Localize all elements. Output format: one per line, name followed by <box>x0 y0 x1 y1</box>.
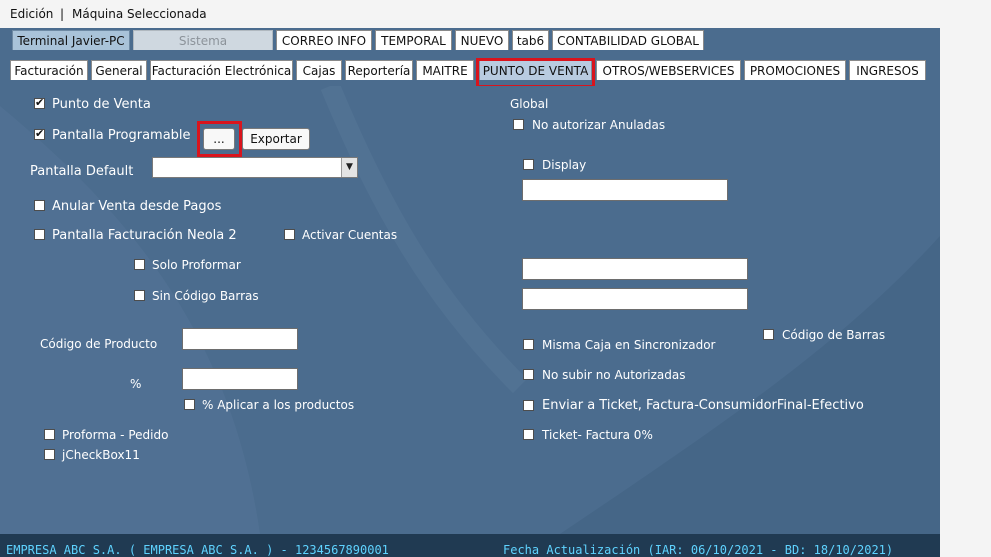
tab-contabilidad-global[interactable]: CONTABILIDAD GLOBAL <box>552 30 704 50</box>
tab-facturacion-electronica[interactable]: Facturación Electrónica <box>150 60 293 80</box>
ticket-factura-label: Ticket- Factura 0% <box>542 428 653 442</box>
codigo-barras-checkbox[interactable] <box>763 329 774 340</box>
codigo-barras-label: Código de Barras <box>782 328 886 342</box>
no-subir-checkbox[interactable] <box>523 369 534 380</box>
solo-proformar-label: Solo Proformar <box>152 258 241 272</box>
menu-edicion[interactable]: Edición <box>10 7 53 21</box>
tab-correo-info[interactable]: CORREO INFO <box>276 30 372 50</box>
tab-reporteria[interactable]: Reportería <box>345 60 413 80</box>
pantalla-default-label: Pantalla Default <box>30 164 134 179</box>
pantalla-programable-checkbox[interactable] <box>34 127 45 140</box>
background-swoosh <box>0 86 940 534</box>
sin-codigo-barras-label: Sin Código Barras <box>152 289 259 303</box>
tab-tab6[interactable]: tab6 <box>512 30 549 50</box>
tab-header-area: Terminal Javier-PC Sistema CORREO INFO T… <box>0 28 940 86</box>
solo-proformar-checkbox[interactable] <box>134 259 145 270</box>
display-label: Display <box>542 158 587 172</box>
tab-sistema[interactable]: Sistema <box>133 30 273 50</box>
display-input[interactable] <box>522 179 728 201</box>
anular-venta-label: Anular Venta desde Pagos <box>52 199 222 214</box>
codigo-producto-input[interactable] <box>182 328 298 350</box>
menu-maquina-seleccionada[interactable]: Máquina Seleccionada <box>72 7 207 21</box>
pantalla-default-select[interactable]: ▼ <box>152 157 358 178</box>
pantalla-neola-checkbox[interactable] <box>34 229 45 240</box>
aplicar-productos-checkbox[interactable] <box>184 399 195 410</box>
tab-facturacion[interactable]: Facturación <box>10 60 88 80</box>
enviar-ticket-checkbox[interactable] <box>523 400 534 411</box>
percent-label: % <box>130 377 142 391</box>
status-fecha-actualizacion: Fecha Actualización (IAR: 06/10/2021 - B… <box>503 543 894 557</box>
right-field-3[interactable] <box>522 288 748 310</box>
activar-cuentas-label: Activar Cuentas <box>302 228 398 242</box>
tab-terminal-javier-pc[interactable]: Terminal Javier-PC <box>12 30 130 50</box>
tab-general[interactable]: General <box>91 60 147 80</box>
tab-nuevo[interactable]: NUEVO <box>455 30 509 50</box>
window-edge <box>940 0 991 557</box>
punto-de-venta-label: Punto de Venta <box>52 97 151 112</box>
tab-maitre[interactable]: MAITRE <box>416 60 474 80</box>
status-bar: EMPRESA ABC S.A. ( EMPRESA ABC S.A. ) - … <box>0 534 940 557</box>
highlight-dots-button <box>197 121 242 157</box>
proforma-pedido-label: Proforma - Pedido <box>62 428 169 442</box>
exportar-button[interactable]: Exportar <box>242 128 310 150</box>
status-company: EMPRESA ABC S.A. ( EMPRESA ABC S.A. ) - … <box>6 543 389 557</box>
tab-cajas[interactable]: Cajas <box>296 60 342 80</box>
pantalla-programable-label: Pantalla Programable <box>52 128 191 143</box>
jcheckbox11-label: jCheckBox11 <box>62 448 140 462</box>
no-subir-label: No subir no Autorizadas <box>542 368 686 382</box>
enviar-ticket-label: Enviar a Ticket, Factura-ConsumidorFinal… <box>542 398 864 413</box>
chevron-down-icon[interactable]: ▼ <box>341 158 357 177</box>
tab-promociones[interactable]: PROMOCIONES <box>744 60 846 80</box>
percent-input[interactable] <box>182 368 298 390</box>
misma-caja-checkbox[interactable] <box>523 339 534 350</box>
jcheckbox11-checkbox[interactable] <box>44 449 55 460</box>
proforma-pedido-checkbox[interactable] <box>44 429 55 440</box>
aplicar-productos-label: % Aplicar a los productos <box>202 398 355 412</box>
codigo-producto-label: Código de Producto <box>40 337 158 351</box>
anular-venta-checkbox[interactable] <box>34 200 45 211</box>
sin-codigo-barras-checkbox[interactable] <box>134 290 145 301</box>
highlight-tab-punto-de-venta <box>476 58 595 88</box>
global-label: Global <box>510 97 549 111</box>
tab-temporal[interactable]: TEMPORAL <box>375 30 452 50</box>
no-autorizar-anuladas-checkbox[interactable] <box>513 119 524 130</box>
no-autorizar-anuladas-label: No autorizar Anuladas <box>532 118 666 132</box>
ticket-factura-checkbox[interactable] <box>523 429 534 440</box>
tab-content-panel <box>0 86 940 534</box>
activar-cuentas-checkbox[interactable] <box>284 229 295 240</box>
menu-separator: | <box>60 7 65 21</box>
misma-caja-label: Misma Caja en Sincronizador <box>542 338 716 352</box>
display-checkbox[interactable] <box>523 159 534 170</box>
menu-bar: Edición | Máquina Seleccionada <box>0 0 940 28</box>
right-field-2[interactable] <box>522 258 748 280</box>
pantalla-neola-label: Pantalla Facturación Neola 2 <box>52 228 237 243</box>
tab-ingresos[interactable]: INGRESOS <box>849 60 926 80</box>
punto-de-venta-checkbox[interactable] <box>34 96 45 109</box>
tab-otros-webservices[interactable]: OTROS/WEBSERVICES <box>596 60 741 80</box>
